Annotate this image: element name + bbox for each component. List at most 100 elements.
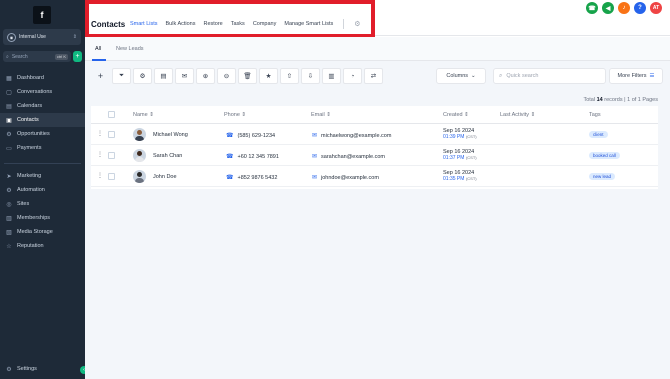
sidebar-item-settings[interactable]: ⚙ Settings	[0, 362, 85, 376]
contact-phone[interactable]: ☎ +60 12 345 7891	[226, 153, 279, 160]
automation-icon: ⚙	[6, 187, 12, 194]
nav-label: Marketing	[17, 173, 42, 179]
sidebar-search[interactable]: ⌕ Search ctrl K	[3, 51, 71, 62]
contact-email[interactable]: ✉ michaelwong@example.com	[312, 132, 391, 139]
sidebar-item-sites[interactable]: ◎ Sites	[0, 197, 85, 211]
calendar-icon: ▤	[6, 103, 12, 110]
table-header: Name ⇕ Phone ⇕ Email ⇕ Created ⇕ Last Ac…	[91, 106, 658, 124]
sidebar-item-payments[interactable]: ▭ Payments	[0, 141, 85, 155]
row-menu-icon[interactable]: ⋮	[97, 172, 103, 179]
quick-add-button[interactable]: +	[73, 51, 82, 62]
star-icon: ☆	[6, 243, 12, 250]
account-switcher[interactable]: ◉ Internal Use ⇕	[3, 29, 81, 45]
header-label: Created	[443, 112, 463, 118]
chevron-updown-icon: ⇕	[72, 34, 77, 40]
filter-button[interactable]: ⏷	[112, 68, 131, 84]
header-last-activity[interactable]: Last Activity ⇕	[500, 112, 535, 118]
subtabs: All New Leads	[85, 37, 670, 61]
remove-tag-button[interactable]: ⊖	[217, 68, 236, 84]
header-phone[interactable]: Phone ⇕	[224, 112, 246, 118]
row-menu-icon[interactable]: ⋮	[97, 130, 103, 137]
nav-label: Settings	[17, 366, 37, 372]
shortcut-badge: ctrl K	[54, 53, 68, 60]
whatsapp-button[interactable]: ◔	[343, 68, 362, 84]
sidebar-item-conversations[interactable]: ▢ Conversations	[0, 85, 85, 99]
tab-bulk-actions[interactable]: Bulk Actions	[166, 21, 196, 29]
tab-restore[interactable]: Restore	[203, 21, 222, 29]
sms-button[interactable]: ▤	[154, 68, 173, 84]
globe-icon: ◎	[6, 201, 12, 208]
contact-phone[interactable]: ☎ (585) 629-1234	[226, 132, 275, 139]
subtab-all[interactable]: All	[95, 46, 101, 52]
help-icon[interactable]: ?	[634, 2, 646, 14]
import-button[interactable]: ⇩	[301, 68, 320, 84]
header-email[interactable]: Email ⇕	[311, 112, 331, 118]
gear-icon[interactable]: ⚙	[354, 20, 360, 29]
location-icon: ◉	[7, 32, 16, 42]
sidebar-item-contacts[interactable]: ▣ Contacts	[0, 113, 85, 127]
contact-phone[interactable]: ☎ +852 9876 5432	[226, 174, 277, 181]
contact-name[interactable]: Sarah Chan	[153, 153, 182, 159]
sidebar-item-marketing[interactable]: ➤ Marketing	[0, 169, 85, 183]
automation-button[interactable]: ⚙	[133, 68, 152, 84]
sidebar-item-reputation[interactable]: ☆ Reputation	[0, 239, 85, 253]
sidebar-item-media-storage[interactable]: ▧ Media Storage	[0, 225, 85, 239]
delete-button[interactable]: 🗑	[238, 68, 257, 84]
sidebar-item-opportunities[interactable]: ⚙ Opportunities	[0, 127, 85, 141]
contacts-table: Name ⇕ Phone ⇕ Email ⇕ Created ⇕ Last Ac…	[91, 106, 658, 189]
row-menu-icon[interactable]: ⋮	[97, 151, 103, 158]
header-name[interactable]: Name ⇕	[133, 112, 154, 118]
tag-badge: booked call	[589, 152, 620, 159]
search-icon: ⌕	[499, 72, 503, 79]
tab-tasks[interactable]: Tasks	[231, 21, 245, 29]
logo-glyph: f	[40, 10, 44, 20]
add-contact-button[interactable]: +	[91, 68, 110, 84]
header-tags: Tags	[589, 112, 601, 118]
nav-label: Automation	[17, 187, 45, 193]
tab-smart-lists[interactable]: Smart Lists	[130, 21, 158, 29]
review-button[interactable]: ★	[259, 68, 278, 84]
sidebar-item-dashboard[interactable]: ▦ Dashboard	[0, 71, 85, 85]
tag-badge: new lead	[589, 173, 616, 180]
record-count: Total 14 records | 1 of 1 Pages	[583, 97, 658, 103]
app-logo[interactable]: f	[33, 6, 51, 24]
quick-search-input[interactable]: ⌕ Quick search	[493, 68, 606, 84]
table-row[interactable]: ⋮ John Doe ☎ +852 9876 5432 ✉ johndoe@exam…	[91, 166, 658, 187]
sidebar-item-automation[interactable]: ⚙ Automation	[0, 183, 85, 197]
created-time: 01:37 PM	[443, 155, 465, 161]
phone-icon[interactable]: ☎	[586, 2, 598, 14]
header-created[interactable]: Created ⇕	[443, 112, 469, 118]
tab-company[interactable]: Company	[253, 21, 277, 29]
opportunity-button[interactable]: ▥	[322, 68, 341, 84]
contact-email[interactable]: ✉ johndoe@example.com	[312, 174, 379, 181]
merge-button[interactable]: ⇄	[364, 68, 383, 84]
table-row[interactable]: ⋮ Michael Wong ☎ (585) 629-1234 ✉ michaelw…	[91, 124, 658, 145]
row-checkbox[interactable]	[108, 131, 115, 138]
table-row[interactable]: ⋮ Sarah Chan ☎ +60 12 345 7891 ✉ sarahchan…	[91, 145, 658, 166]
bell-icon[interactable]: ♪	[618, 2, 630, 14]
megaphone-icon[interactable]: ◀	[602, 2, 614, 14]
add-tag-button[interactable]: ⊕	[196, 68, 215, 84]
sidebar-item-memberships[interactable]: ▥ Memberships	[0, 211, 85, 225]
more-filters-label: More Filters	[617, 73, 647, 79]
contact-name[interactable]: Michael Wong	[153, 132, 188, 138]
select-all-checkbox[interactable]	[108, 111, 115, 118]
contacts-icon: ▣	[6, 117, 12, 124]
header-label: Email	[311, 112, 325, 118]
row-checkbox[interactable]	[108, 173, 115, 180]
more-filters-button[interactable]: More Filters ☰	[609, 68, 663, 84]
sidebar-item-calendars[interactable]: ▤ Calendars	[0, 99, 85, 113]
row-checkbox[interactable]	[108, 152, 115, 159]
nav-label: Conversations	[17, 89, 53, 95]
subtab-new-leads[interactable]: New Leads	[116, 46, 144, 52]
sidebar: f ◉ Internal Use ⇕ ⌕ Search ctrl K + ▦ Da…	[0, 0, 85, 379]
columns-button[interactable]: Columns ⌄	[436, 68, 486, 84]
email-button[interactable]: ✉	[175, 68, 194, 84]
export-button[interactable]: ⇧	[280, 68, 299, 84]
avatar-icon[interactable]: AT	[650, 2, 662, 14]
created-date: Sep 16 2024 01:39 PM (CST)	[443, 128, 477, 140]
contact-name[interactable]: John Doe	[153, 174, 177, 180]
page-title: Contacts	[91, 20, 126, 29]
contact-email[interactable]: ✉ sarahchan@example.com	[312, 153, 385, 160]
tab-manage-smart-lists[interactable]: Manage Smart Lists	[284, 21, 333, 29]
